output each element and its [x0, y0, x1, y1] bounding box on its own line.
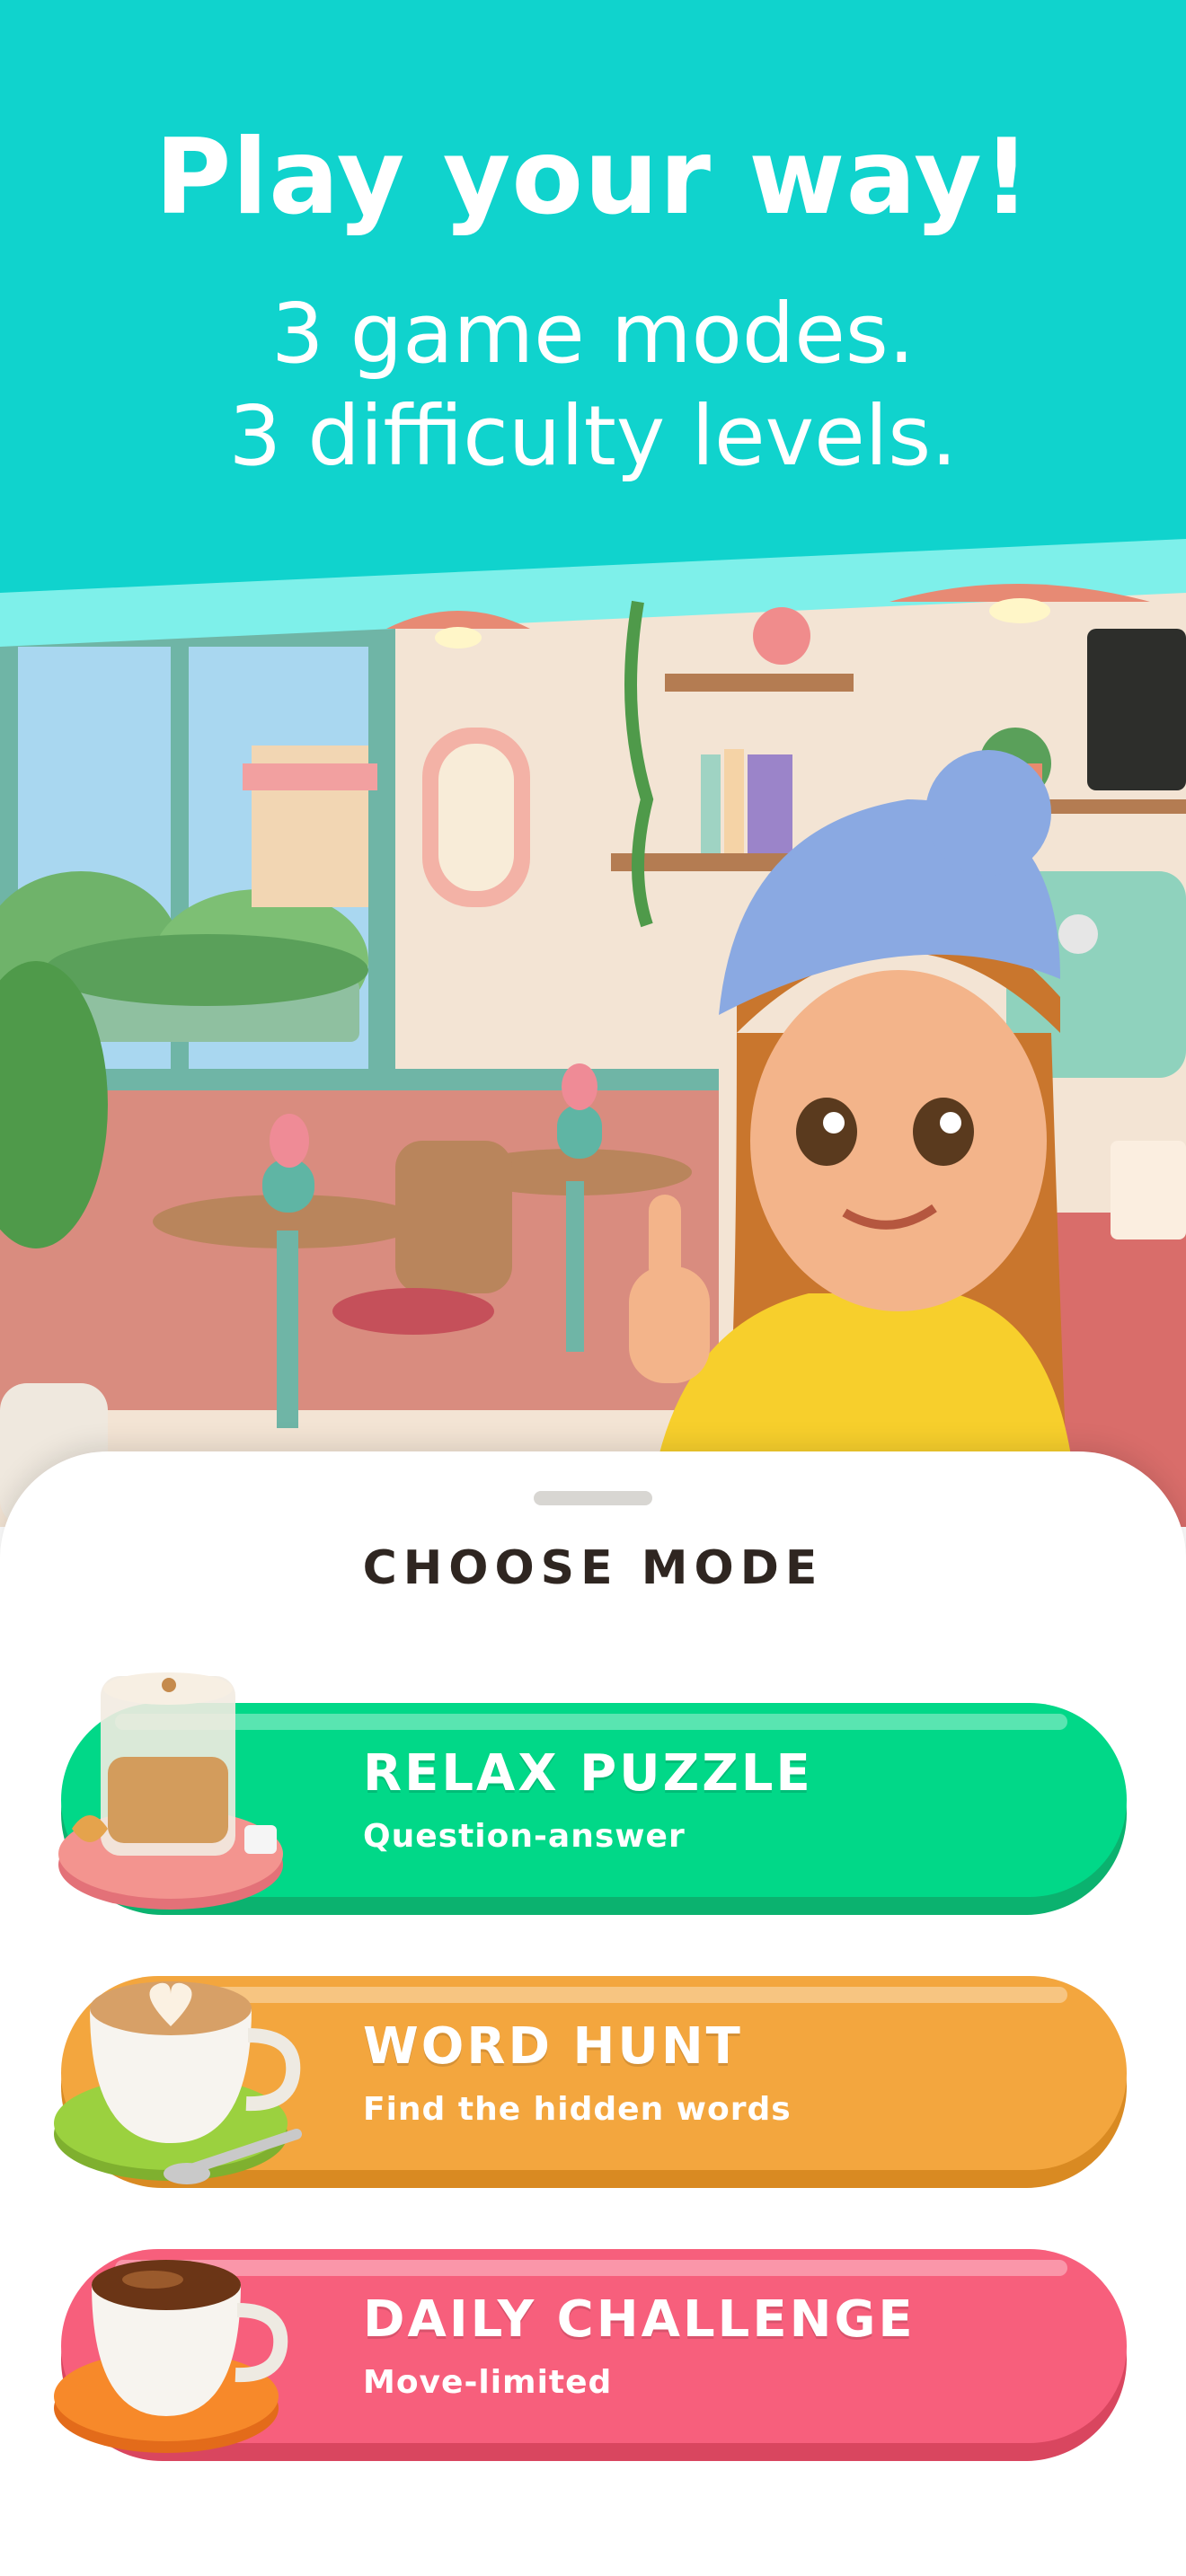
mode-description: Move-limited [363, 2364, 613, 2401]
mode-title: WORD HUNT [363, 2017, 743, 2076]
mode-description: Find the hidden words [363, 2091, 792, 2128]
mode-description: Question-answer [363, 1818, 686, 1855]
espresso-cup-icon [54, 2260, 288, 2453]
sheet-drag-handle[interactable] [534, 1491, 652, 1505]
mode-title: RELAX PUZZLE [363, 1744, 813, 1803]
subline-game-modes: 3 game modes. [270, 286, 916, 382]
choose-mode-title: CHOOSE MODE [362, 1541, 824, 1595]
mode-title: DAILY CHALLENGE [363, 2290, 916, 2349]
latte-glass-icon [58, 1672, 283, 1910]
mode-selection-sheet: CHOOSE MODE RELAX PUZZLE Question-answer… [0, 1451, 1186, 2576]
latte-art-cup-icon [54, 1981, 302, 2184]
cafe-illustration [0, 530, 1186, 1527]
subline-difficulty: 3 difficulty levels. [228, 388, 958, 484]
headline: Play your way! [155, 117, 1031, 238]
cafe-scene-image [0, 530, 1186, 1527]
